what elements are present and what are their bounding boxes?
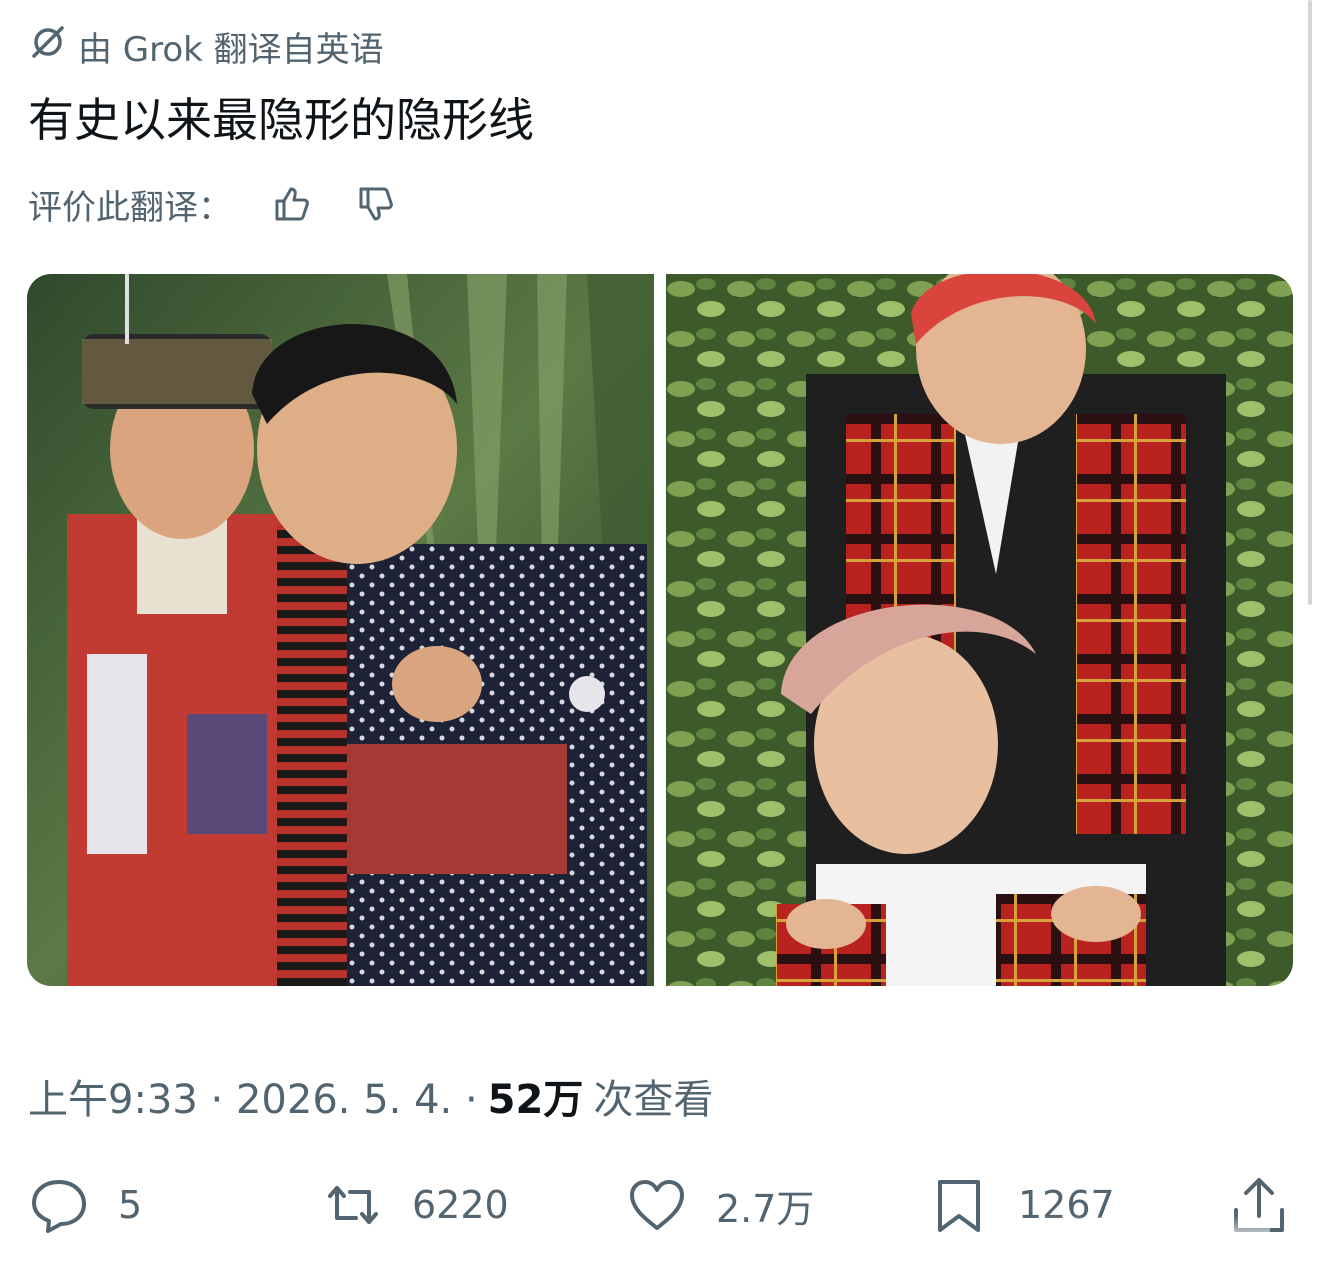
media-gallery[interactable]: [27, 274, 1293, 986]
rate-translation: 评价此翻译：: [28, 178, 436, 230]
like-button[interactable]: 2.7万: [626, 1170, 814, 1240]
grok-icon: [28, 22, 68, 71]
reply-icon: [32, 1180, 86, 1233]
scrollbar[interactable]: [1308, 0, 1312, 605]
thumbs-up-icon[interactable]: [268, 180, 316, 228]
photo-left[interactable]: [27, 274, 654, 986]
bottom-fade: [1040, 1215, 1270, 1245]
heart-icon: [630, 1180, 684, 1230]
timestamp[interactable]: 上午9:33 · 2026. 5. 4. ·: [28, 1067, 478, 1125]
tweet-meta: 上午9:33 · 2026. 5. 4. · 52万 次查看: [28, 1064, 713, 1128]
reply-count: 5: [118, 1183, 143, 1227]
bookmark-icon: [938, 1180, 980, 1232]
thumbs-down-icon[interactable]: [352, 180, 400, 228]
view-count[interactable]: 52万: [488, 1067, 584, 1125]
translation-notice: 由 Grok 翻译自英语: [28, 22, 384, 70]
translation-label: 由 Grok 翻译自英语: [78, 29, 384, 70]
repost-icon: [328, 1186, 378, 1224]
reply-button[interactable]: 5: [28, 1170, 142, 1240]
view-label: 次查看: [593, 1077, 714, 1123]
repost-button[interactable]: 6220: [322, 1170, 509, 1240]
photo-right[interactable]: [666, 274, 1293, 986]
tweet-text: 有史以来最隐形的隐形线: [28, 93, 534, 147]
like-count: 2.7万: [716, 1186, 815, 1231]
repost-count: 6220: [412, 1183, 509, 1227]
rate-label: 评价此翻译：: [28, 187, 232, 228]
